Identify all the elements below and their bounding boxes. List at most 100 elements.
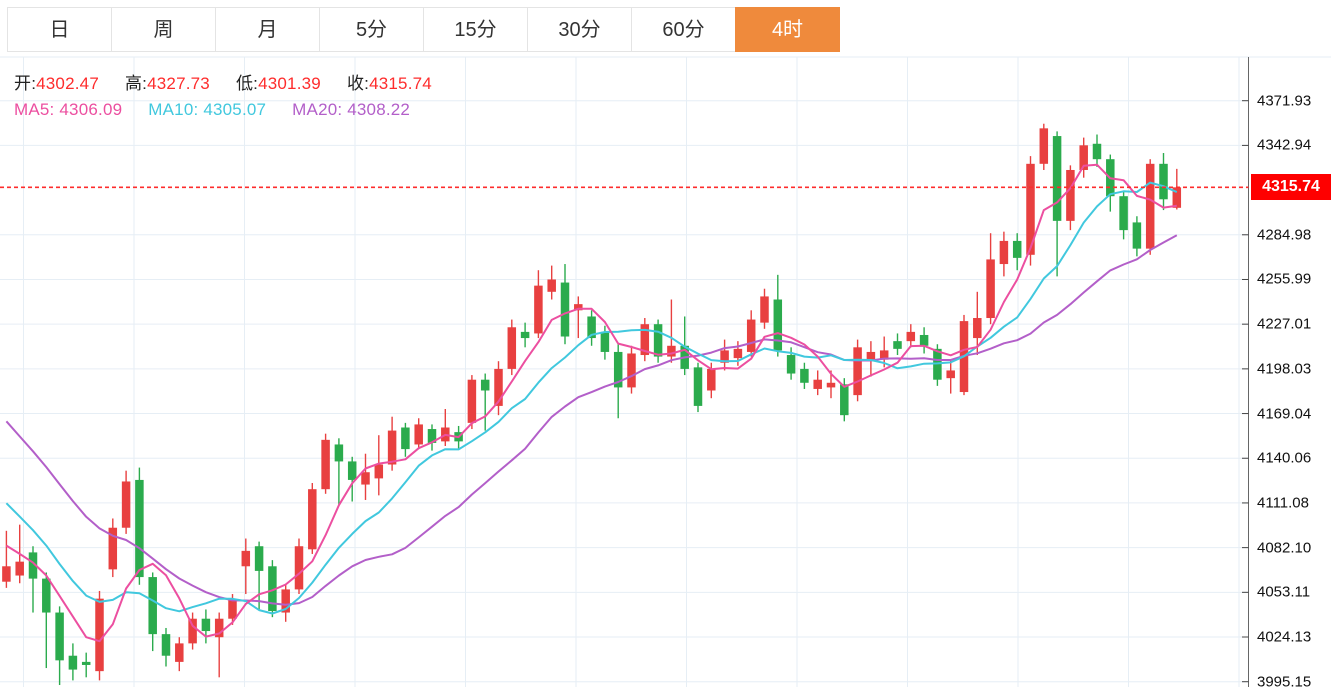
ohlc-item: 高:4327.73 (125, 74, 210, 93)
candle-body (986, 259, 995, 319)
candle-body (800, 368, 809, 383)
tab-interval-0[interactable]: 日 (7, 7, 112, 52)
tab-interval-5[interactable]: 30分 (527, 7, 632, 52)
candle-body (1159, 163, 1168, 200)
tab-interval-6[interactable]: 60分 (631, 7, 736, 52)
ohlc-item-label: 低: (235, 74, 259, 93)
ma5-line (5, 163, 1177, 643)
y-axis-tick: 4371.93 (1257, 92, 1312, 110)
ohlc-item: 开:4302.47 (14, 74, 99, 93)
candle-body (175, 643, 184, 662)
tab-interval-2[interactable]: 月 (215, 7, 320, 52)
candle-body (361, 472, 370, 485)
candle-body (866, 351, 876, 360)
candle-body (1052, 136, 1062, 221)
candle-body (42, 578, 51, 613)
y-axis-tick: 4053.11 (1257, 583, 1311, 601)
candle-body (786, 355, 796, 374)
candle-body (520, 331, 530, 339)
candle-body (188, 618, 197, 644)
candle-body (254, 546, 264, 571)
candle-body (973, 318, 982, 339)
ohlc-legend: 开:4302.47 高:4327.73 低:4301.39 收:4315.74 (14, 69, 458, 94)
y-axis-tick: 4342.94 (1257, 136, 1312, 154)
candle-body (946, 370, 955, 379)
candle-body (1092, 143, 1102, 160)
candle-body (1145, 163, 1155, 249)
candle-body (401, 427, 410, 450)
candle-body (148, 577, 157, 635)
y-axis-tick: 4024.13 (1257, 628, 1312, 646)
candle-body (853, 347, 862, 396)
candle-body (374, 464, 384, 479)
ma-item-text: MA10: 4305.07 (148, 100, 267, 119)
ohlc-item-value: 4301.39 (258, 74, 321, 93)
ma-item-text: MA20: 4308.22 (292, 100, 411, 119)
y-axis-tick: 4111.08 (1257, 494, 1309, 512)
candle-body (414, 424, 423, 445)
y-axis-tick: 4169.04 (1257, 405, 1312, 423)
candle-body (667, 345, 676, 357)
candle-body (201, 618, 211, 632)
ohlc-item-value: 4302.47 (36, 74, 99, 93)
candle-body (161, 634, 171, 656)
candle-body (480, 379, 490, 391)
candle-body (387, 430, 397, 465)
y-axis-tick: 4198.03 (1257, 360, 1312, 378)
ma20-line (5, 234, 1178, 606)
candle-body (55, 612, 64, 661)
candle-body (999, 240, 1009, 265)
candle-body (294, 546, 304, 590)
ohlc-item-value: 4327.73 (147, 74, 210, 93)
candle-body (733, 348, 743, 359)
tab-interval-3[interactable]: 5分 (319, 7, 424, 52)
candle-body (840, 384, 849, 416)
ohlc-item-label: 开: (14, 74, 37, 93)
candle-body (1012, 240, 1022, 258)
y-axis-tick: 3995.15 (1257, 673, 1312, 690)
y-axis-tick: 4255.99 (1257, 270, 1312, 288)
candle-body (1119, 196, 1128, 231)
candle-body (906, 331, 916, 342)
candle-body (321, 439, 330, 490)
candle-body (308, 489, 317, 550)
candle-body (228, 600, 237, 619)
ohlc-item: 收:4315.74 (347, 74, 432, 93)
candle-body (760, 296, 769, 323)
candle-body (334, 444, 344, 462)
candle-body (653, 324, 663, 357)
candle-body (919, 334, 929, 346)
ma-legend: MA5: 4306.09 MA10: 4305.07 MA20: 4308.22 (14, 100, 436, 120)
candle-body (81, 661, 91, 665)
candle-body (135, 479, 144, 578)
candle-body (547, 279, 556, 292)
candle-body (693, 367, 703, 406)
tab-interval-4[interactable]: 15分 (423, 7, 528, 52)
y-axis-tick: 4227.01 (1257, 315, 1312, 333)
candle-body (893, 341, 902, 349)
candle-body (347, 461, 357, 480)
interval-tabbar: 日周月 5分 15分 30分 60分 4时 (7, 7, 840, 52)
candle-body (773, 299, 783, 351)
ma-item: MA10: 4305.07 (148, 100, 266, 119)
y-axis-tick: 4140.06 (1257, 449, 1312, 467)
ma-item-text: MA5: 4306.09 (14, 100, 123, 119)
candle-body (507, 327, 517, 369)
y-axis-tick: 4082.10 (1257, 539, 1312, 557)
tab-interval-7[interactable]: 4时 (735, 7, 840, 52)
candle-body (1066, 169, 1075, 221)
candle-body (534, 285, 543, 334)
ohlc-item-label: 收: (346, 74, 370, 93)
candle-body (1039, 128, 1049, 164)
y-axis-tick: 4284.98 (1257, 226, 1312, 244)
candle-body (813, 379, 822, 389)
candle-body (467, 379, 477, 423)
candle-body (1132, 222, 1142, 249)
candle-body (746, 319, 756, 352)
candle-body (241, 550, 251, 567)
ohlc-item-value: 4315.74 (369, 74, 432, 93)
candle-body (15, 561, 24, 576)
candle-body (2, 566, 11, 582)
candle-body (95, 598, 104, 672)
tab-interval-1[interactable]: 周 (111, 7, 216, 52)
